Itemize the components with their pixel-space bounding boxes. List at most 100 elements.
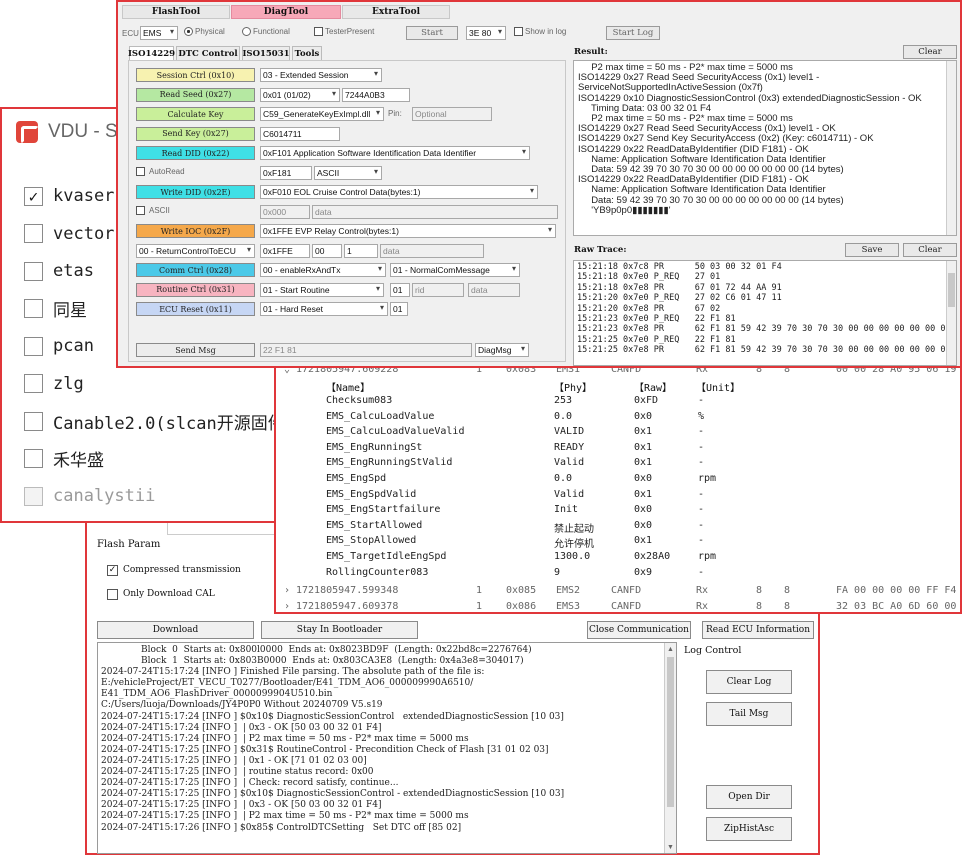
raw-clear-button[interactable]: Clear	[903, 243, 957, 257]
return-control-field-2[interactable]: 00	[312, 243, 342, 258]
comm-ctrl-field-1[interactable]: 00 - enableRxAndTx	[260, 263, 386, 277]
channel-option[interactable]: pcan	[24, 334, 94, 358]
read-seed-button[interactable]: Read Seed (0x27)	[136, 87, 255, 102]
session-ctrl-button[interactable]: Session Ctrl (0x10)	[136, 68, 255, 82]
ecu-reset-field-2[interactable]: 01	[390, 302, 408, 316]
signal-row[interactable]: EMS_EngSpd 0.0 0x0 rpm	[276, 473, 960, 489]
functional-radio[interactable]: Functional	[242, 27, 290, 36]
channel-option[interactable]: etas	[24, 259, 94, 283]
tab-tools[interactable]: Tools	[292, 46, 322, 61]
read-did-field-1[interactable]: 0xF101 Application Software Identificati…	[260, 146, 530, 160]
scroll-thumb[interactable]	[667, 657, 674, 807]
diag-msg-select[interactable]: DiagMsg	[475, 343, 529, 357]
calculate-key-field-1[interactable]: C59_GenerateKeyExImpl.dll	[260, 107, 384, 121]
write-did-button[interactable]: Write DID (0x2E)	[136, 185, 255, 199]
send-key-field-1[interactable]: C6014711	[260, 126, 340, 141]
signal-row[interactable]: Checksum083 253 0xFD -	[276, 395, 960, 411]
expand-icon[interactable]: ›	[284, 585, 290, 596]
checkbox-icon[interactable]	[24, 299, 43, 318]
return-control-field-1[interactable]: 0x1FFE	[260, 243, 310, 258]
ascii-field-2[interactable]: data	[312, 204, 558, 219]
channel-option[interactable]: ✓ kvaser	[24, 184, 114, 208]
checkbox-icon[interactable]	[24, 374, 43, 393]
open-dir-button[interactable]: Open Dir	[706, 785, 792, 809]
comm-ctrl-button[interactable]: Comm Ctrl (0x28)	[136, 263, 255, 277]
read-did-button[interactable]: Read DID (0x22)	[136, 146, 255, 160]
physical-radio[interactable]: Physical	[184, 27, 225, 36]
signal-row[interactable]: EMS_EngRunningSt READY 0x1 -	[276, 442, 960, 458]
channel-option[interactable]: 禾华盛	[24, 447, 104, 471]
return-control-field-4[interactable]: data	[380, 243, 484, 258]
message-row[interactable]: › 1721805947.609378 1 0x086 EMS3 CANFD Rx 8 8 32 …	[276, 601, 960, 612]
write-did-field-1[interactable]: 0xF010 EOL Cruise Control Data(bytes:1)	[260, 185, 538, 199]
signal-row[interactable]: EMS_StopAllowed 允许停机 0x1 -	[276, 535, 960, 551]
ecu-select[interactable]: EMS	[140, 26, 178, 40]
clear-log-button[interactable]: Clear Log	[706, 670, 792, 694]
expand-icon[interactable]: ›	[284, 601, 290, 612]
tester-present-checkbox[interactable]: TesterPresent	[314, 27, 374, 36]
save-button[interactable]: Save	[845, 243, 899, 257]
return-control-select[interactable]: 00 - ReturnControlToECU	[136, 243, 255, 258]
signal-row[interactable]: EMS_EngStartfailure Init 0x0 -	[276, 504, 960, 520]
tab-extratool[interactable]: ExtraTool	[342, 5, 450, 19]
write-ioc-field-1[interactable]: 0x1FFE EVP Relay Control(bytes:1)	[260, 224, 556, 238]
tail-msg-button[interactable]: Tail Msg	[706, 702, 792, 726]
start-button[interactable]: Start	[406, 26, 458, 40]
ascii-checkbox[interactable]: ASCII	[136, 205, 170, 215]
message-row[interactable]: › 1721805947.599348 1 0x085 EMS2 CANFD Rx 8 8 FA …	[276, 585, 960, 601]
ecu-reset-button[interactable]: ECU Reset (0x11)	[136, 302, 255, 316]
signal-row[interactable]: RollingCounter083 9 0x9 -	[276, 567, 960, 583]
ascii-field-1[interactable]: 0x000	[260, 204, 310, 219]
tab-flashtool[interactable]: FlashTool	[122, 5, 230, 19]
ecu-reset-field-1[interactable]: 01 - Hard Reset	[260, 302, 388, 316]
signal-row[interactable]: EMS_TargetIdleEngSpd 1300.0 0x28A0 rpm	[276, 551, 960, 567]
send-msg-button[interactable]: Send Msg	[136, 343, 255, 357]
routine-ctrl-field-2[interactable]: 01	[390, 282, 410, 297]
tab-diagtool[interactable]: DiagTool	[231, 5, 341, 19]
signal-row[interactable]: EMS_EngSpdValid Valid 0x1 -	[276, 489, 960, 505]
start-log-button[interactable]: Start Log	[606, 26, 660, 40]
read-seed-field-1[interactable]: 0x01 (01/02)	[260, 87, 340, 102]
routine-ctrl-field-1[interactable]: 01 - Start Routine	[260, 282, 384, 297]
signal-row[interactable]: EMS_EngRunningStValid Valid 0x1 -	[276, 457, 960, 473]
signal-row[interactable]: EMS_CalcuLoadValueValid VALID 0x1 -	[276, 426, 960, 442]
channel-option[interactable]: 同星	[24, 297, 87, 321]
tab-iso14229[interactable]: ISO14229	[128, 46, 175, 61]
show-in-log-checkbox[interactable]: Show in log	[514, 27, 566, 36]
flash-log-scrollbar[interactable]: ▲ ▼	[664, 643, 676, 853]
dx-select[interactable]: 3E 80	[466, 26, 506, 40]
channel-option[interactable]: zlg	[24, 372, 84, 396]
session-ctrl-field-1[interactable]: 03 - Extended Session	[260, 68, 382, 82]
channel-option[interactable]: Canable2.0(slcan开源固件	[24, 409, 285, 434]
read-ecu-information-button[interactable]: Read ECU Information	[702, 621, 814, 639]
raw-trace-scrollbar[interactable]	[946, 261, 956, 365]
read-seed-field-2[interactable]: 7244A0B3	[342, 87, 410, 102]
raw-trace-area[interactable]: 15:21:18 0x7c8 PR 50 03 00 32 01 F4 15:21…	[573, 260, 957, 366]
channel-option[interactable]: vector	[24, 222, 114, 246]
result-clear-button[interactable]: Clear	[903, 45, 957, 59]
channel-option[interactable]: canalystii	[24, 484, 155, 508]
tab-iso15031[interactable]: ISO15031	[242, 46, 290, 61]
result-scrollbar[interactable]	[946, 61, 956, 235]
send-key-button[interactable]: Send Key (0x27)	[136, 126, 255, 141]
routine-ctrl-field-3[interactable]: rid	[412, 282, 464, 297]
result-area[interactable]: P2 max time = 50 ms - P2* max time = 500…	[573, 60, 957, 236]
download-button[interactable]: Download	[97, 621, 254, 639]
checkbox-icon[interactable]	[24, 261, 43, 281]
stay-in-bootloader-button[interactable]: Stay In Bootloader	[261, 621, 418, 639]
checkbox-icon[interactable]	[24, 224, 43, 243]
zip-hist-asc-button[interactable]: ZipHistAsc	[706, 817, 792, 841]
return-control-field-3[interactable]: 1	[344, 243, 378, 258]
write-ioc-button[interactable]: Write IOC (0x2F)	[136, 224, 255, 238]
send-msg-field[interactable]: 22 F1 81	[260, 343, 472, 357]
routine-ctrl-button[interactable]: Routine Ctrl (0x31)	[136, 282, 255, 297]
signal-row[interactable]: EMS_StartAllowed 禁止起动 0x0 -	[276, 520, 960, 536]
checkbox-icon[interactable]	[24, 336, 43, 356]
routine-ctrl-field-4[interactable]: data	[468, 282, 520, 297]
checkbox-icon[interactable]	[24, 486, 43, 506]
flash-log-area[interactable]: Block 0 Starts at: 0x800l0000 Ends at: 0…	[97, 642, 677, 854]
checkbox-checked-icon[interactable]: ✓	[24, 186, 43, 206]
comm-ctrl-field-2[interactable]: 01 - NormalComMessage	[390, 263, 520, 277]
close-communication-button[interactable]: Close Communication	[587, 621, 691, 639]
auto-read-field-1[interactable]: 0xF181	[260, 165, 312, 180]
